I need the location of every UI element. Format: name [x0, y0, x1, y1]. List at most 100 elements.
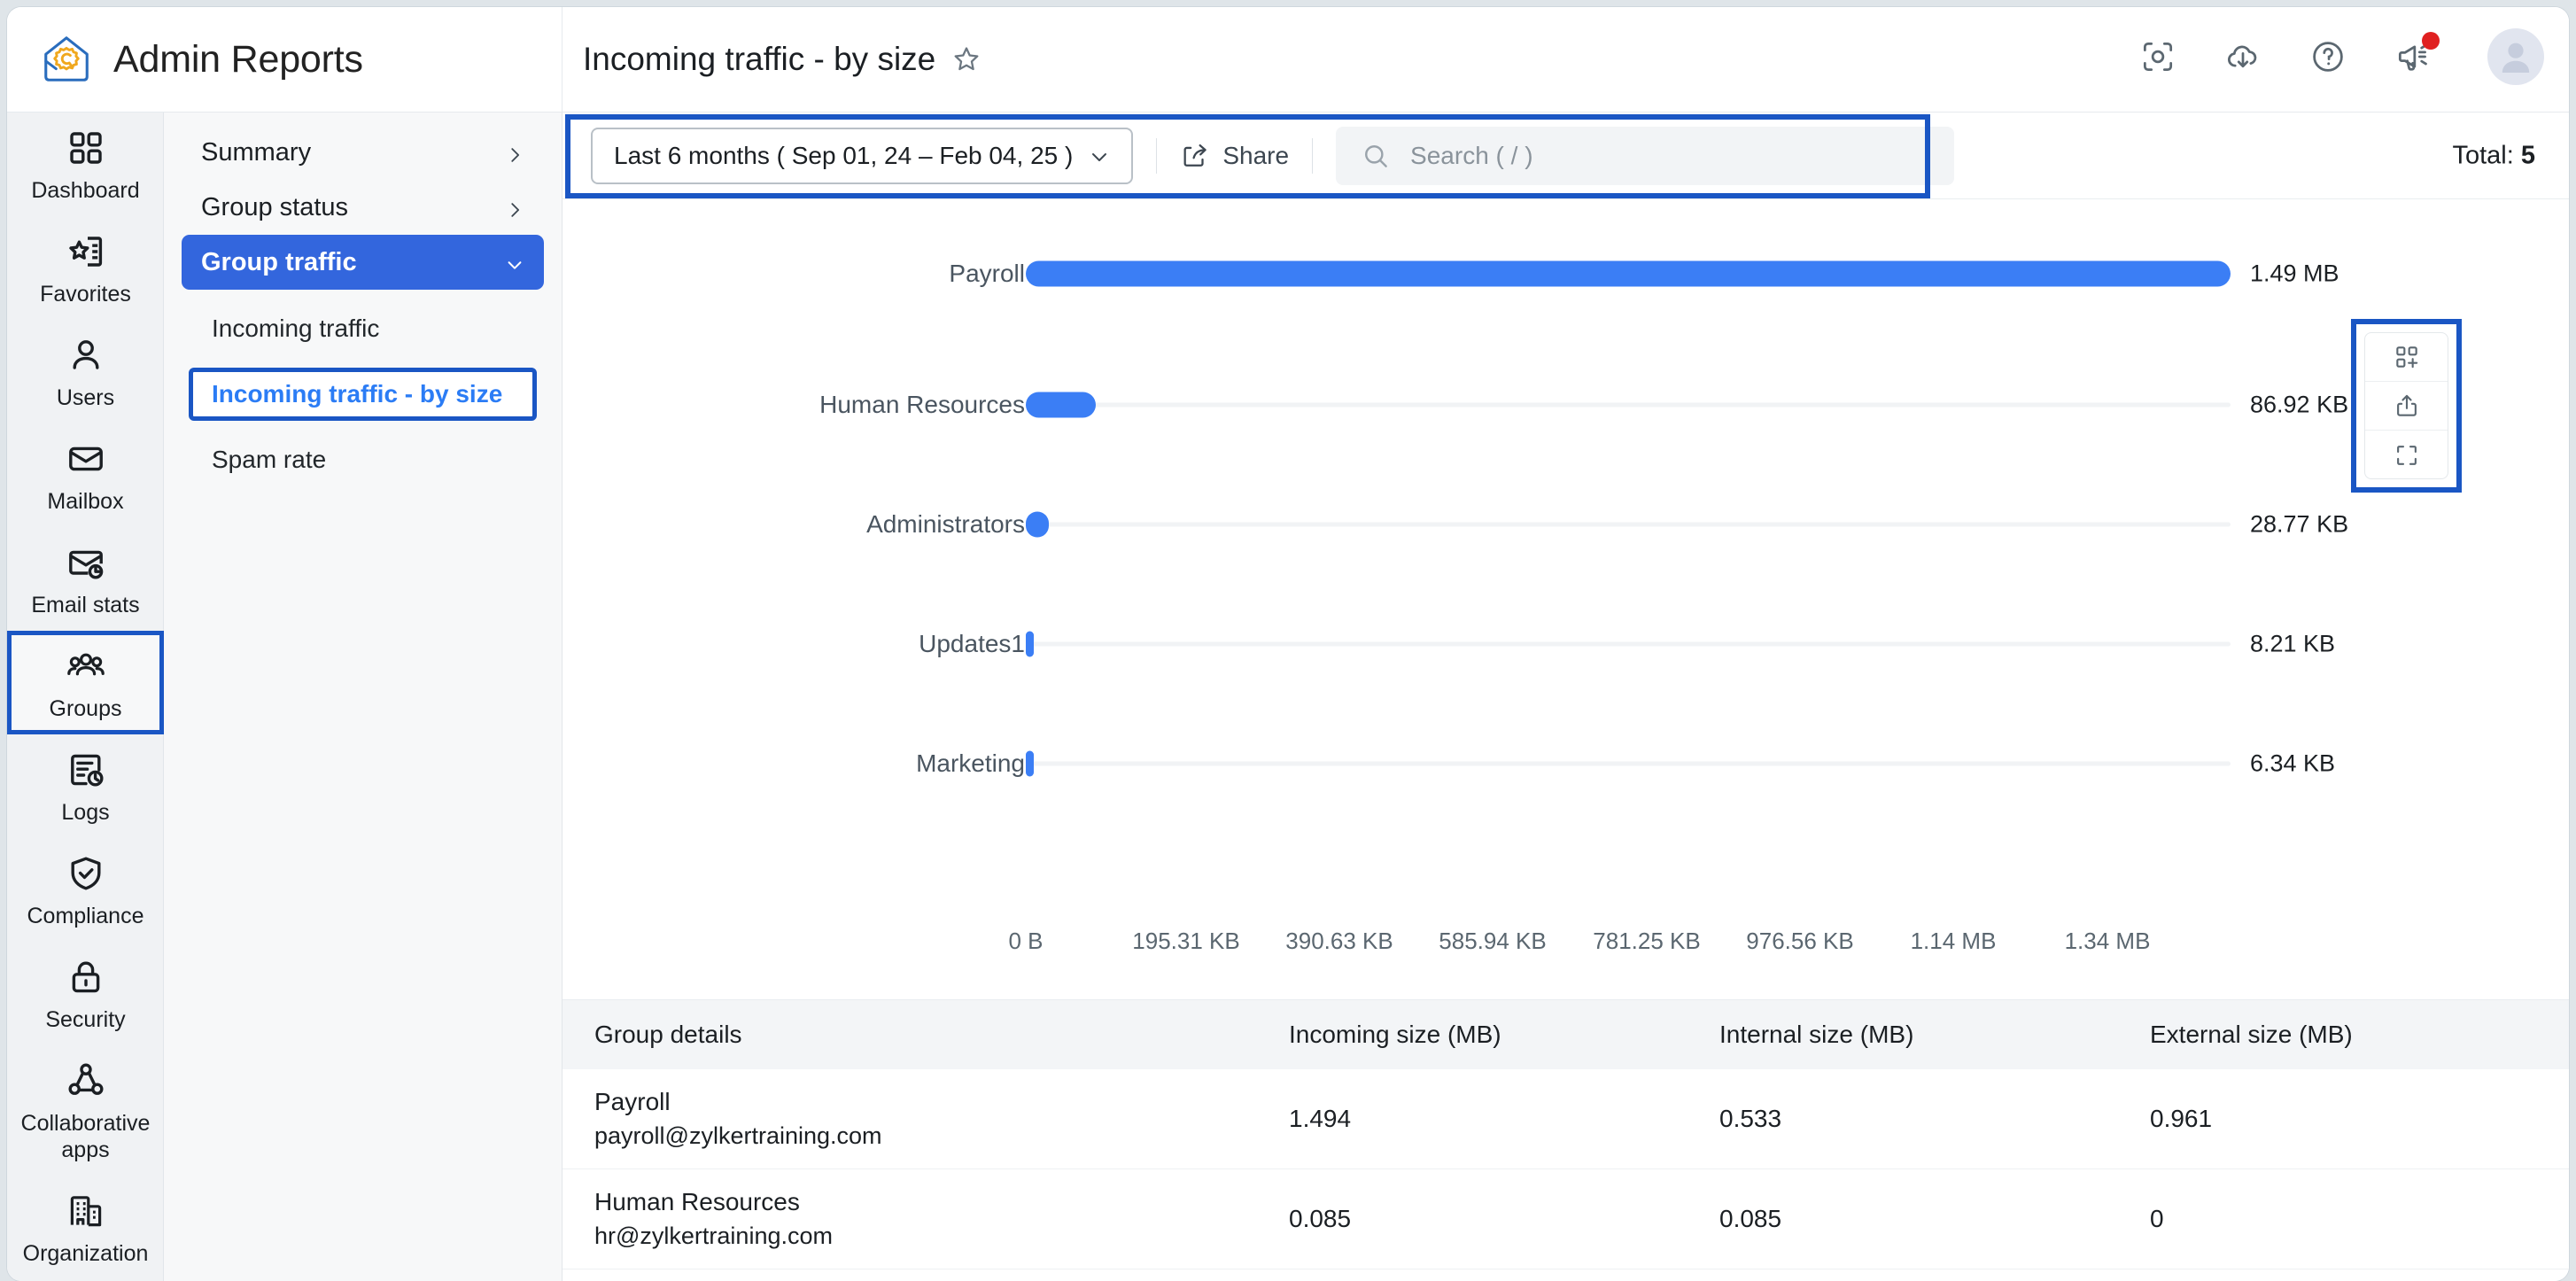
- subnav-child-spam-rate[interactable]: Spam rate: [189, 433, 537, 486]
- subnav-child-incoming-traffic-by-size[interactable]: Incoming traffic - by size: [189, 368, 537, 421]
- date-range-selector[interactable]: Last 6 months ( Sep 01, 24 – Feb 04, 25 …: [591, 127, 1134, 184]
- building-icon: [65, 1190, 107, 1232]
- rail-label: Dashboard: [31, 178, 140, 203]
- bar-row[interactable]: Payroll 1.49 MB: [563, 241, 2569, 307]
- subnav-item-summary[interactable]: Summary: [182, 125, 544, 180]
- bar-track: [1026, 522, 2231, 527]
- subnav-item-group-status[interactable]: Group status: [182, 180, 544, 235]
- bar-value: 1.49 MB: [2250, 260, 2339, 287]
- bar-fill: [1026, 631, 1034, 657]
- rail-item-organization[interactable]: Organization: [7, 1176, 164, 1279]
- table-row[interactable]: Administrators administrators@zylkertrai…: [563, 1269, 2569, 1281]
- avatar[interactable]: [2487, 28, 2544, 85]
- total-label: Total:: [2452, 141, 2514, 169]
- bar-track: [1026, 402, 2231, 408]
- star-document-icon: [65, 230, 107, 273]
- group-details-cell: Human Resources hr@zylkertraining.com: [563, 1185, 1289, 1253]
- rail-label: Security: [45, 1007, 126, 1032]
- rail-label: Compliance: [27, 904, 144, 928]
- chevron-right-icon: [505, 198, 524, 217]
- rail-item-mailbox[interactable]: Mailbox: [7, 423, 164, 527]
- rail-item-favorites[interactable]: Favorites: [7, 216, 164, 320]
- secondary-nav: Summary Group status Group traffic Incom…: [164, 113, 563, 1281]
- bar-fill: [1026, 260, 2231, 287]
- rail-item-users[interactable]: Users: [7, 320, 164, 423]
- rail-item-email-stats[interactable]: Email stats: [7, 527, 164, 631]
- envelope-chart-icon: [65, 541, 107, 584]
- bar-label: Payroll: [949, 260, 1025, 287]
- bar-row[interactable]: Updates1 8.21 KB: [563, 611, 2569, 677]
- subnav-child-label: Incoming traffic: [212, 314, 380, 342]
- external-size-cell: 0.961: [2150, 1105, 2213, 1132]
- group-details-cell: Payroll payroll@zylkertraining.com: [563, 1085, 1289, 1153]
- group-details-table: Group details Incoming size (MB) Interna…: [563, 999, 2569, 1281]
- rail-item-logs[interactable]: Logs: [7, 734, 164, 838]
- internal-size-cell: 0.085: [1719, 1205, 1782, 1232]
- rail-item-security[interactable]: Security: [7, 942, 164, 1045]
- brand[interactable]: Admin Reports: [39, 32, 363, 87]
- brand-title: Admin Reports: [113, 37, 363, 81]
- table-row[interactable]: Payroll payroll@zylkertraining.com 1.494…: [563, 1069, 2569, 1169]
- header-icon-group: [2138, 28, 2544, 85]
- bar-chart: Payroll 1.49 MB Human Resources 86.92 KB…: [563, 199, 2569, 999]
- rail-label: Users: [56, 385, 115, 410]
- bar-track: [1026, 761, 2231, 766]
- people-group-icon: [65, 645, 107, 687]
- date-range-label: Last 6 months ( Sep 01, 24 – Feb 04, 25 …: [614, 141, 1074, 169]
- header-divider: [562, 7, 563, 113]
- internal-size-cell: 0.533: [1719, 1105, 1782, 1132]
- help-icon[interactable]: [2308, 37, 2347, 76]
- rail-label: Organization: [22, 1241, 149, 1266]
- chevron-down-icon: [1089, 145, 1110, 167]
- envelope-icon: [65, 438, 107, 480]
- chevron-right-icon: [505, 143, 524, 162]
- bar-row[interactable]: Marketing 6.34 KB: [563, 731, 2569, 796]
- bar-label: Updates1: [919, 630, 1025, 657]
- screenshot-icon[interactable]: [2138, 37, 2177, 76]
- x-tick: 781.25 KB: [1593, 928, 1701, 954]
- search-input[interactable]: [1410, 141, 1930, 170]
- x-tick: 1.14 MB: [1910, 928, 1997, 954]
- report-toolbar: Last 6 months ( Sep 01, 24 – Feb 04, 25 …: [563, 113, 2569, 199]
- subnav-label: Group traffic: [201, 247, 357, 276]
- table-row[interactable]: Human Resources hr@zylkertraining.com 0.…: [563, 1169, 2569, 1269]
- document-clock-icon: [65, 749, 107, 791]
- shield-check-icon: [65, 852, 107, 895]
- bar-track: [1026, 641, 2231, 647]
- subnav-label: Summary: [201, 137, 312, 167]
- search-box[interactable]: [1336, 126, 1955, 185]
- rail-item-dashboard[interactable]: Dashboard: [7, 113, 164, 216]
- share-icon: [1180, 141, 1210, 171]
- cloud-download-icon[interactable]: [2223, 37, 2262, 76]
- main-content: Last 6 months ( Sep 01, 24 – Feb 04, 25 …: [563, 113, 2569, 1281]
- bar-label: Administrators: [866, 510, 1025, 538]
- user-icon: [65, 334, 107, 377]
- share-button[interactable]: Share: [1180, 141, 1289, 171]
- toolbar-divider-1: [1156, 137, 1158, 174]
- bar-row[interactable]: Administrators 28.77 KB: [563, 492, 2569, 557]
- subnav-label: Group status: [201, 192, 349, 221]
- search-icon: [1361, 141, 1391, 171]
- subnav-item-group-traffic[interactable]: Group traffic: [182, 235, 544, 290]
- bar-fill: [1026, 392, 1096, 418]
- star-outline-icon[interactable]: [951, 44, 982, 74]
- app-window: Admin Reports Incoming traffic - by size: [7, 7, 2569, 1281]
- subnav-child-label: Incoming traffic - by size: [212, 380, 503, 408]
- group-name: Human Resources: [594, 1188, 800, 1215]
- subnav-child-incoming-traffic[interactable]: Incoming traffic: [189, 302, 537, 355]
- column-header-group-details: Group details: [594, 1021, 742, 1048]
- bar-row[interactable]: Human Resources 86.92 KB: [563, 372, 2569, 438]
- external-size-cell: 0: [2150, 1205, 2164, 1232]
- incoming-size-cell: 0.085: [1289, 1205, 1352, 1232]
- rail-item-collaborative-apps[interactable]: Collaborative apps: [7, 1045, 164, 1176]
- announcement-icon[interactable]: [2394, 32, 2440, 76]
- bar-value: 8.21 KB: [2250, 630, 2336, 657]
- rail-label: Mailbox: [47, 489, 124, 514]
- rail-item-compliance[interactable]: Compliance: [7, 838, 164, 942]
- rail-item-groups[interactable]: Groups: [7, 631, 164, 734]
- x-tick: 585.94 KB: [1439, 928, 1547, 954]
- toolbar-divider-2: [1312, 137, 1314, 174]
- x-tick: 390.63 KB: [1285, 928, 1393, 954]
- x-tick: 976.56 KB: [1746, 928, 1854, 954]
- group-name: Payroll: [594, 1088, 671, 1115]
